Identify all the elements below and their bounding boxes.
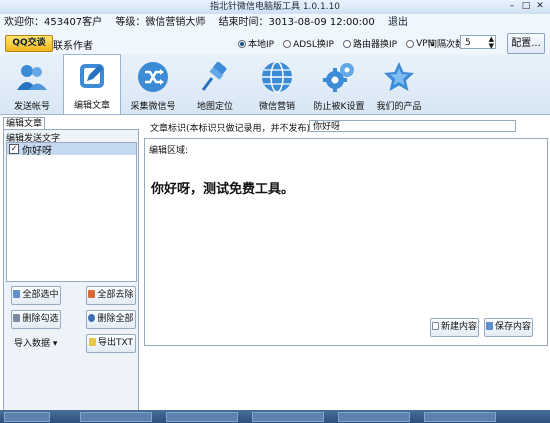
edit-article-panel: 编辑文章 编辑发送文字 ✓ 你好呀 全部选中 全部去除 删除勾选 删除全部 导入… (0, 114, 550, 411)
welcome-text: 欢迎你：453407客户 (4, 17, 103, 28)
select-all-button[interactable]: 全部选中 (11, 286, 61, 305)
toolbar: QQ交谈 联系作者 本地IP ADSL换IP 路由器换IP VPN 间隔次数 5… (0, 32, 550, 54)
save-icon (485, 322, 493, 330)
delete-all-button[interactable]: 删除全部 (86, 310, 136, 329)
minimize-icon[interactable]: – (506, 1, 518, 12)
export-icon (88, 338, 96, 346)
expiry-text: 结束时间：3013-08-09 12:00:00 (218, 17, 375, 28)
star-icon (384, 62, 414, 91)
save-content-label: 保存内容 (494, 322, 531, 332)
close-icon[interactable]: ✕ (534, 1, 546, 12)
nav-label: 我们的产品 (376, 102, 422, 112)
map-pin-icon (201, 61, 227, 91)
spinner-arrows-icon[interactable]: ▲ ▼ (489, 36, 494, 50)
import-dropdown[interactable]: 导入数据 ▾ (14, 336, 57, 349)
globe-icon (262, 61, 292, 93)
shuffle-icon (138, 62, 168, 92)
delete-all-label: 删除全部 (97, 314, 134, 324)
import-label: 导入数据 (14, 339, 51, 349)
radio-local-ip[interactable]: 本地IP (238, 37, 274, 50)
user-info-bar: 欢迎你：453407客户 等级：微信营销大师 结束时间：3013-08-09 1… (0, 14, 550, 32)
nav-send-accounts[interactable]: 发送帐号 (3, 56, 61, 112)
nav-map-location[interactable]: 地图定位 (186, 56, 244, 112)
qq-chat-button[interactable]: QQ交谈 (5, 35, 53, 52)
radio-label: 路由器换IP (353, 40, 398, 50)
article-list[interactable]: ✓ 你好呀 (6, 142, 137, 282)
nav-edit-article[interactable]: 编辑文章 (63, 54, 121, 114)
nav-our-products[interactable]: 我们的产品 (370, 56, 428, 112)
radio-router-ip[interactable]: 路由器换IP (343, 37, 397, 50)
nav-label: 防止被K设置 (313, 102, 365, 112)
send-text-group: 编辑发送文字 ✓ 你好呀 全部选中 全部去除 删除勾选 删除全部 导入数据 ▾ … (3, 129, 139, 411)
level-text: 等级：微信营销大师 (115, 17, 206, 28)
export-txt-label: 导出TXT (97, 338, 133, 348)
main-nav: 发送帐号 编辑文章 采集微信号 地图定位 微信营销 防止被K设置 我们的产品 (0, 54, 550, 114)
select-all-icon (13, 290, 21, 298)
ip-mode-radio-group: 本地IP ADSL换IP 路由器换IP VPN (238, 37, 434, 50)
taskbar-item[interactable] (166, 412, 238, 422)
article-title-label: 文章标识(本标识只做记录用，并不发布) (150, 124, 311, 134)
nav-label: 编辑文章 (73, 101, 110, 111)
taskbar-item[interactable] (424, 412, 496, 422)
list-item[interactable]: ✓ 你好呀 (7, 143, 136, 157)
export-txt-button[interactable]: 导出TXT (86, 334, 136, 353)
nav-label: 微信营销 (258, 102, 295, 112)
radio-dot-icon (238, 39, 246, 48)
new-content-label: 新建内容 (440, 322, 477, 332)
nav-label: 采集微信号 (130, 102, 176, 112)
maximize-icon[interactable]: □ (520, 1, 532, 12)
eraser-icon (13, 314, 21, 322)
delete-all-icon (88, 314, 96, 322)
checkbox-checked-icon[interactable]: ✓ (9, 144, 19, 154)
radio-label: ADSL换IP (293, 40, 334, 50)
content-editor[interactable]: 编辑区域: 你好呀，测试免费工具。 (144, 138, 548, 346)
interval-label: 间隔次数 (428, 40, 465, 50)
nav-collect-wechat[interactable]: 采集微信号 (124, 56, 182, 112)
deselect-all-label: 全部去除 (97, 290, 134, 300)
radio-dot-icon (406, 39, 415, 48)
list-item-text: 你好呀 (22, 145, 52, 157)
delete-checked-label: 删除勾选 (22, 314, 59, 324)
article-title-input[interactable]: 你好呀 (309, 120, 516, 132)
gears-icon (323, 63, 354, 92)
deselect-all-icon (88, 290, 96, 298)
contact-author-link[interactable]: 联系作者 (53, 37, 93, 52)
save-content-button[interactable]: 保存内容 (484, 318, 533, 337)
taskbar-item[interactable] (252, 412, 324, 422)
nav-label: 发送帐号 (13, 102, 50, 112)
edit-area-label: 编辑区域: (149, 146, 189, 156)
window-title: 指北针微信电脑版工具 1.0.1.10 (209, 2, 341, 12)
chevron-down-icon: ▾ (52, 339, 58, 349)
window-titlebar: 指北针微信电脑版工具 1.0.1.10 – □ ✕ (0, 0, 550, 14)
window-controls: – □ ✕ (506, 1, 546, 12)
os-taskbar (0, 410, 550, 423)
radio-dot-icon (283, 39, 292, 48)
select-all-label: 全部选中 (22, 290, 59, 300)
nav-anti-ban-settings[interactable]: 防止被K设置 (310, 56, 368, 112)
taskbar-item[interactable] (4, 412, 50, 422)
edit-document-icon (80, 64, 104, 88)
logout-link[interactable]: 退出 (388, 17, 408, 28)
interval-value: 5 (465, 38, 471, 48)
new-content-button[interactable]: 新建内容 (430, 318, 479, 337)
radio-adsl-ip[interactable]: ADSL换IP (283, 37, 334, 50)
delete-checked-button[interactable]: 删除勾选 (11, 310, 61, 329)
interval-spinner[interactable]: 5 ▲ ▼ (460, 35, 496, 50)
radio-dot-icon (343, 39, 351, 48)
deselect-all-button[interactable]: 全部去除 (86, 286, 136, 305)
nav-wechat-marketing[interactable]: 微信营销 (248, 56, 306, 112)
taskbar-item[interactable] (80, 412, 152, 422)
editor-content[interactable]: 你好呀，测试免费工具。 (151, 178, 294, 197)
nav-label: 地图定位 (196, 102, 233, 112)
new-document-icon (431, 322, 439, 330)
taskbar-item[interactable] (338, 412, 410, 422)
editor-area: 文章标识(本标识只做记录用，并不发布) 你好呀 编辑区域: 你好呀，测试免费工具… (140, 115, 550, 411)
radio-label: 本地IP (248, 40, 275, 50)
people-icon (17, 65, 47, 90)
config-button[interactable]: 配置... (507, 33, 545, 54)
